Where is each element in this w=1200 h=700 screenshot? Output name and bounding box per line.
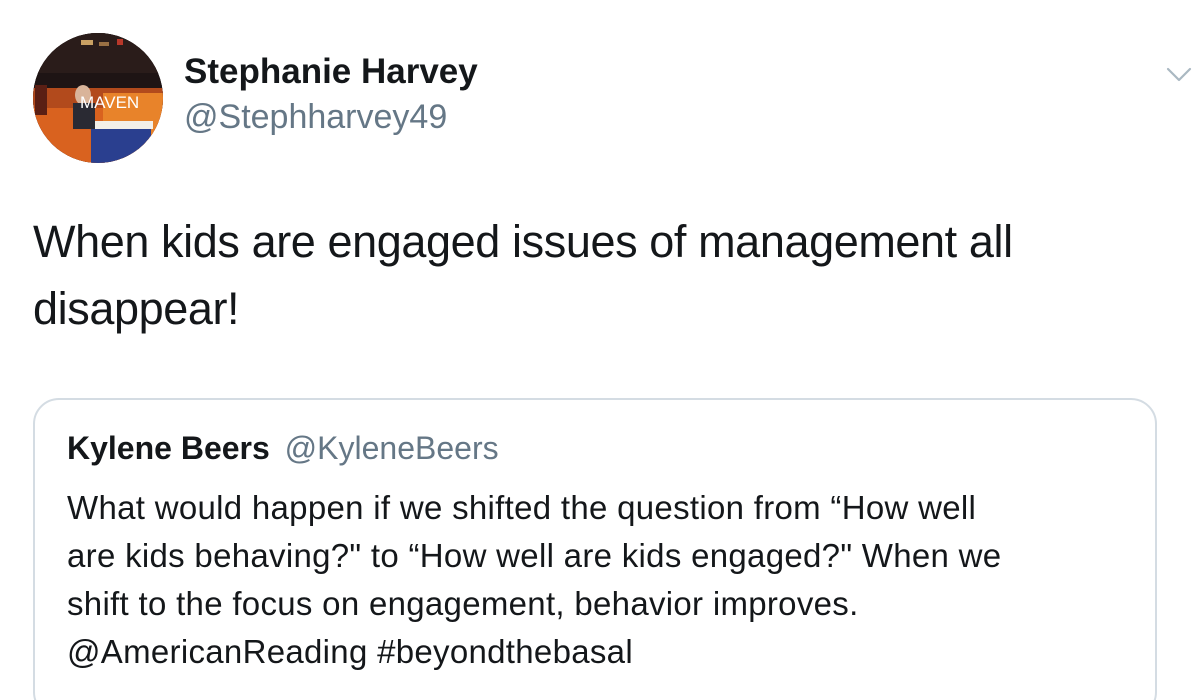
quoted-author-handle: @KyleneBeers: [284, 430, 499, 466]
quoted-text-line: @AmericanReading #beyondthebasal: [67, 633, 633, 670]
avatar-sign-text: MAVEN: [80, 93, 139, 112]
tweet[interactable]: MAVEN Stephanie Harvey @Stephharvey49 Wh…: [0, 0, 1200, 700]
tweet-text: When kids are engaged issues of manageme…: [33, 208, 1113, 342]
avatar-image: MAVEN: [33, 33, 163, 163]
tweet-text-line: disappear!: [33, 283, 240, 334]
quoted-text-line: are kids behaving?" to “How well are kid…: [67, 537, 1002, 574]
quoted-author-name: Kylene Beers: [67, 430, 270, 466]
quoted-tweet-text: What would happen if we shifted the ques…: [67, 484, 1137, 676]
quoted-tweet-header: Kylene Beers @KyleneBeers: [67, 430, 499, 467]
chevron-down-icon[interactable]: [1166, 66, 1192, 84]
avatar[interactable]: MAVEN: [33, 33, 163, 163]
author-name[interactable]: Stephanie Harvey: [184, 52, 478, 92]
quoted-text-line: What would happen if we shifted the ques…: [67, 489, 977, 526]
quoted-tweet[interactable]: Kylene Beers @KyleneBeers What would hap…: [33, 398, 1157, 700]
quoted-text-line: shift to the focus on engagement, behavi…: [67, 585, 859, 622]
author-handle[interactable]: @Stephharvey49: [184, 98, 447, 137]
tweet-text-line: When kids are engaged issues of manageme…: [33, 216, 1013, 267]
